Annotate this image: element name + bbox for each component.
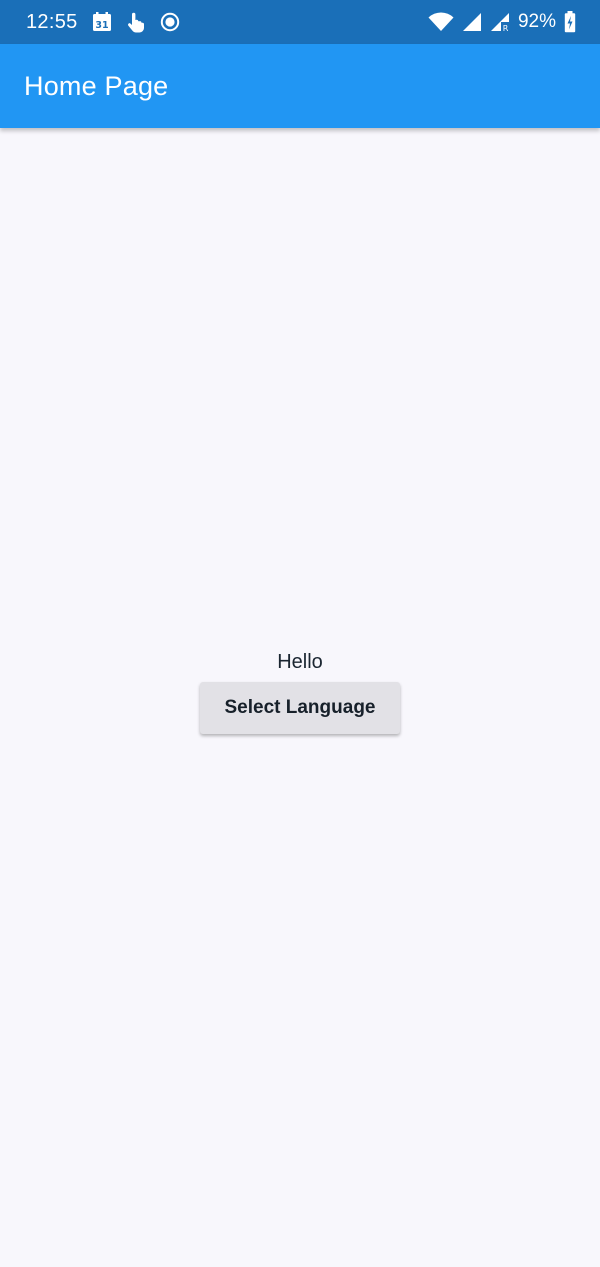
calendar-day-text: 31 [95, 20, 108, 31]
screen: 12:55 31 R 92% Home Page Hello Select La… [0, 0, 600, 1267]
greeting-text: Hello [277, 651, 323, 673]
status-time: 12:55 [26, 10, 78, 33]
roaming-letter: R [503, 24, 509, 32]
wifi-icon [428, 12, 454, 32]
status-right: R 92% [428, 11, 576, 33]
signal-roaming-icon: R [490, 12, 510, 32]
app-bar: Home Page [0, 44, 600, 128]
center-column: Hello Select Language [0, 648, 600, 734]
select-language-button[interactable]: Select Language [200, 682, 400, 734]
touch-icon [126, 11, 146, 33]
record-icon [160, 12, 180, 32]
main-content: Hello Select Language [0, 128, 600, 1267]
page-title: Home Page [24, 70, 169, 101]
signal-icon [462, 12, 482, 32]
battery-percent: 92% [517, 11, 556, 32]
status-bar: 12:55 31 R 92% [0, 0, 600, 44]
status-left: 12:55 31 [26, 11, 180, 34]
calendar-icon: 31 [92, 12, 112, 32]
battery-icon [564, 11, 576, 33]
